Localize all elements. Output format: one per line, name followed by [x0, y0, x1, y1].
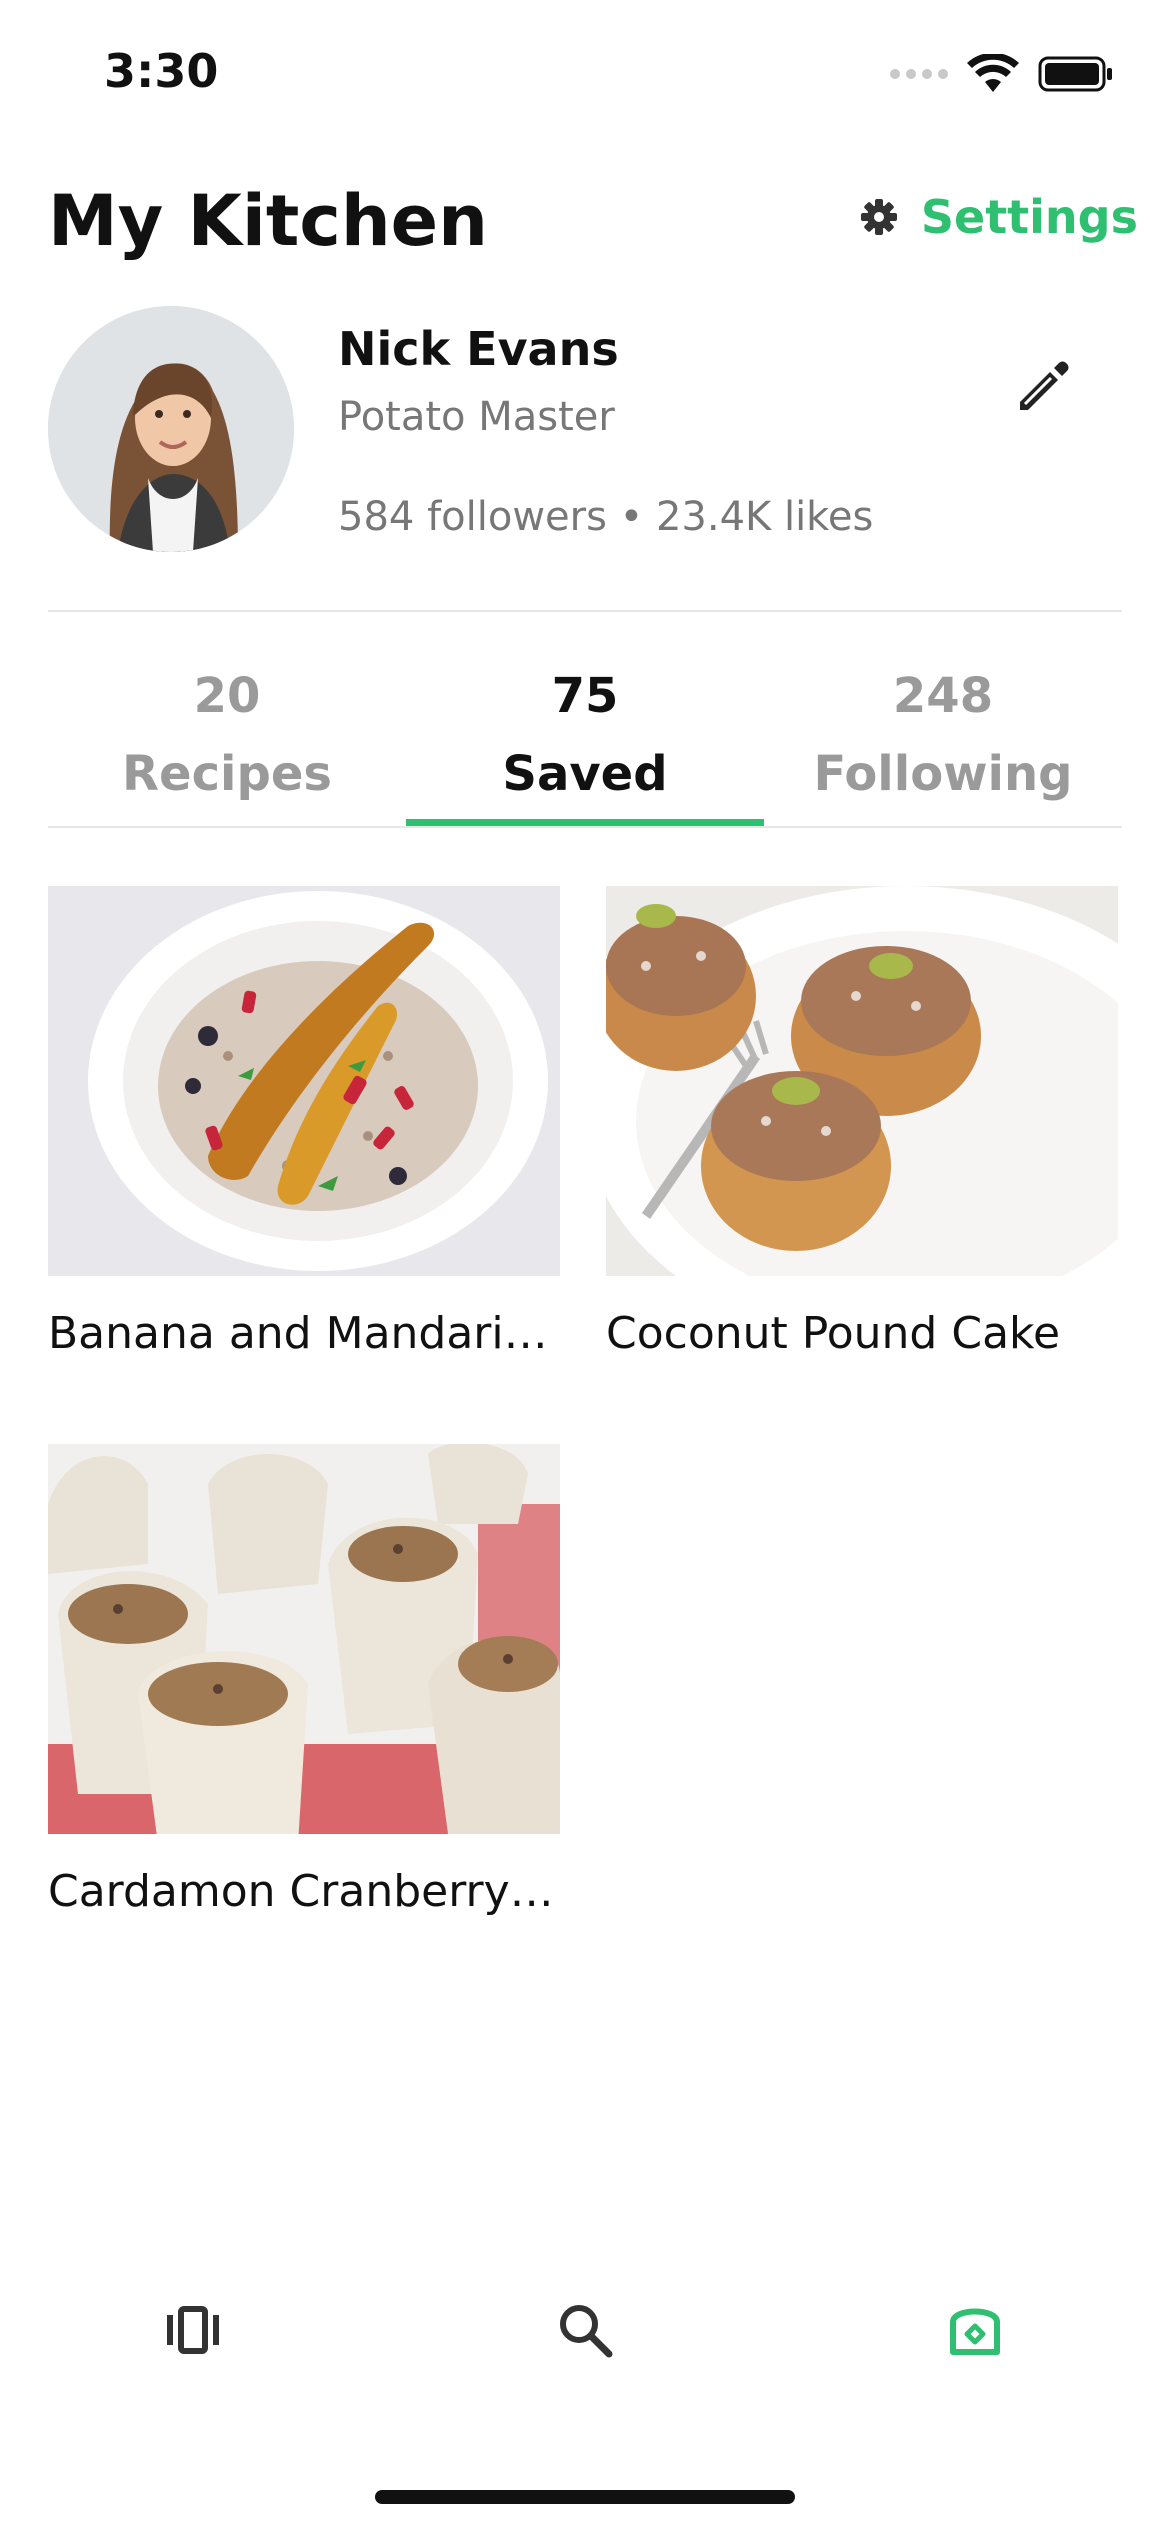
tab-label: Saved [502, 746, 668, 802]
kitchen-toaster-icon [950, 2308, 1000, 2355]
profile-divider [48, 610, 1122, 612]
tab-saved[interactable]: 75 Saved [406, 640, 764, 826]
status-time: 3:30 [104, 44, 219, 98]
recipe-image-dumplings [48, 1444, 560, 1834]
avatar-photo [48, 306, 294, 552]
home-indicator [375, 2490, 795, 2504]
recipe-title: Coconut Pound Cake [606, 1308, 1061, 1359]
bottom-nav [0, 2270, 1170, 2390]
pencil-icon [1020, 361, 1069, 410]
tab-count: 248 [892, 668, 994, 724]
carousel-icon [167, 2306, 219, 2354]
cellular-signal-icon [890, 69, 948, 79]
tab-label: Recipes [122, 746, 332, 802]
page-title: My Kitchen [48, 180, 488, 262]
recipe-card[interactable]: Banana and Mandarin... [48, 886, 560, 1359]
settings-button[interactable]: Settings [859, 190, 1138, 244]
profile-title: Potato Master [338, 394, 615, 440]
nav-feed[interactable] [133, 2270, 253, 2390]
tabs-divider [48, 826, 1122, 828]
recipe-card[interactable]: Cardamon Cranberry ... [48, 1444, 560, 1917]
status-bar: 3:30 [0, 0, 1170, 150]
nav-kitchen[interactable] [915, 2270, 1035, 2390]
recipe-image-porridge [48, 886, 560, 1276]
active-tab-indicator [406, 819, 764, 826]
recipe-card[interactable]: Coconut Pound Cake [606, 886, 1118, 1359]
profile-stats: 584 followers • 23.4K likes [338, 494, 874, 540]
tab-count: 75 [551, 668, 619, 724]
wifi-icon [967, 54, 1019, 92]
battery-icon [1038, 56, 1112, 92]
recipe-image-cake [606, 886, 1118, 1276]
avatar[interactable] [48, 306, 294, 552]
gear-icon [860, 199, 897, 235]
tab-label: Following [813, 746, 1073, 802]
profile-tabs: 20 Recipes 75 Saved 248 Following [48, 640, 1122, 826]
profile-name: Nick Evans [338, 322, 619, 376]
settings-label: Settings [920, 190, 1138, 244]
recipe-title: Cardamon Cranberry ... [48, 1866, 560, 1917]
tab-recipes[interactable]: 20 Recipes [48, 640, 406, 826]
status-icons [890, 54, 1114, 94]
search-icon [560, 2305, 613, 2358]
tab-following[interactable]: 248 Following [764, 640, 1122, 826]
tab-count: 20 [193, 668, 261, 724]
edit-profile-button[interactable] [1008, 350, 1080, 422]
nav-search[interactable] [525, 2270, 645, 2390]
recipe-title: Banana and Mandarin... [48, 1308, 560, 1359]
